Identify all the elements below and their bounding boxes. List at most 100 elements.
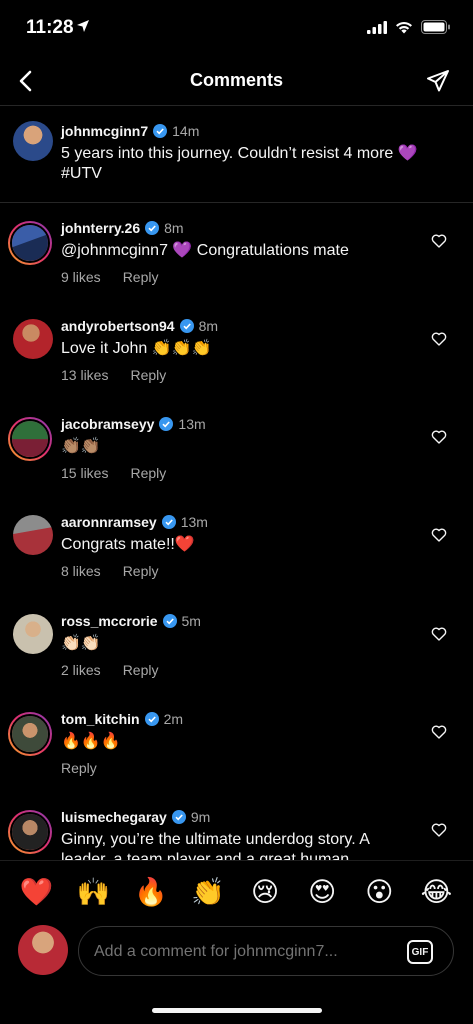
timestamp: 5m (181, 613, 201, 629)
status-indicators (367, 20, 451, 34)
gif-button[interactable]: GIF (407, 940, 433, 964)
likes-count[interactable]: 13 likes (61, 367, 108, 383)
timestamp: 9m (190, 809, 211, 825)
avatar[interactable] (8, 810, 52, 854)
comment-item: aaronnramsey 13m Congrats mate!!❤️ 8 lik… (0, 497, 473, 595)
timestamp: 8m (164, 220, 184, 236)
comment-text: Love it John 👏👏👏 (61, 340, 212, 357)
verified-badge-icon (179, 319, 194, 333)
verified-badge-icon (153, 124, 168, 138)
wifi-icon (396, 21, 412, 33)
battery-icon (421, 20, 450, 34)
avatar[interactable] (8, 712, 52, 756)
location-arrow-icon (77, 20, 89, 32)
comment-text: Ginny, you’re the ultimate underdog stor… (61, 831, 370, 860)
heart-icon[interactable] (431, 724, 447, 740)
heart-icon[interactable] (431, 527, 447, 543)
username[interactable]: luismechegaray (61, 809, 167, 825)
caption-header: johnmcginn7 14m (61, 123, 199, 139)
username[interactable]: jacobramseyy (61, 416, 154, 432)
comment-item: luismechegaray 9m Ginny, you’re the ulti… (0, 792, 473, 860)
verified-badge-icon (161, 515, 176, 529)
username[interactable]: ross_mccrorie (61, 613, 158, 629)
header: Comments (0, 56, 473, 106)
comment-text: 👏🏻👏🏻 (61, 635, 101, 652)
avatar (18, 925, 68, 975)
comment-text: 🔥🔥🔥 (61, 733, 121, 750)
comment-meta: 15 likes Reply (61, 465, 166, 481)
reaction-heart-eyes[interactable]: 😍 (302, 877, 342, 907)
caption-text-line1: 5 years into this journey. Couldn’t resi… (61, 145, 418, 162)
heart-icon[interactable] (431, 626, 447, 642)
reaction-crying[interactable]: 😢 (245, 877, 285, 907)
reply-button[interactable]: Reply (130, 465, 166, 481)
username[interactable]: johnmcginn7 (61, 123, 148, 139)
reaction-surprised[interactable]: 😮 (359, 877, 399, 907)
comment-text: @johnmcginn7 💜 Congratulations mate (61, 242, 349, 259)
comment-header: luismechegaray 9m (61, 809, 210, 825)
comment-item: tom_kitchin 2m 🔥🔥🔥 Reply (0, 694, 473, 792)
page-title: Comments (189, 70, 283, 90)
avatar[interactable] (13, 319, 53, 359)
reaction-raised-hands[interactable]: 🙌 (74, 877, 114, 907)
reaction-fire[interactable]: 🔥 (131, 877, 171, 907)
comment-item: jacobramseyy 13m 👏🏽👏🏽 15 likes Reply (0, 399, 473, 497)
reply-button[interactable]: Reply (123, 563, 159, 579)
avatar[interactable] (8, 221, 52, 265)
signal-icon (367, 20, 387, 34)
home-indicator (152, 1008, 322, 1013)
reaction-clap[interactable]: 👏 (188, 877, 228, 907)
comment-meta: 9 likes Reply (61, 269, 158, 285)
likes-count[interactable]: 2 likes (61, 662, 101, 678)
comment-header: andyrobertson94 8m (61, 318, 218, 334)
comment-header: tom_kitchin 2m (61, 711, 183, 727)
send-icon (427, 70, 449, 92)
reaction-laughing[interactable]: 😂 (416, 877, 456, 907)
avatar[interactable] (13, 515, 53, 555)
avatar[interactable] (8, 417, 52, 461)
comment-header: jacobramseyy 13m (61, 416, 206, 432)
comment-header: aaronnramsey 13m (61, 514, 208, 530)
heart-icon[interactable] (431, 822, 447, 838)
comment-text: 👏🏽👏🏽 (61, 438, 101, 455)
reaction-heart[interactable]: ❤️ (17, 877, 57, 907)
timestamp: 14m (172, 123, 200, 139)
post-caption: johnmcginn7 14m 5 years into this journe… (0, 106, 473, 203)
comment-composer: Add a comment for johnmcginn7... GIF (0, 922, 473, 982)
timestamp: 13m (178, 416, 206, 432)
comment-input-placeholder: Add a comment for johnmcginn7... (94, 943, 338, 960)
comment-header: ross_mccrorie 5m (61, 613, 201, 629)
verified-badge-icon (144, 712, 159, 726)
comment-text: Congrats mate!!❤️ (61, 536, 195, 553)
comment-item: andyrobertson94 8m Love it John 👏👏👏 13 l… (0, 301, 473, 399)
timestamp: 8m (198, 318, 219, 334)
timestamp: 2m (163, 711, 184, 727)
heart-icon[interactable] (431, 331, 447, 347)
heart-icon[interactable] (431, 429, 447, 445)
likes-count[interactable]: 9 likes (61, 269, 101, 285)
reply-button[interactable]: Reply (130, 367, 166, 383)
username[interactable]: aaronnramsey (61, 514, 157, 530)
comment-item: ross_mccrorie 5m 👏🏻👏🏻 2 likes Reply (0, 596, 473, 694)
likes-count[interactable]: 15 likes (61, 465, 108, 481)
verified-badge-icon (145, 221, 160, 235)
comment-meta: Reply (61, 760, 97, 776)
username[interactable]: johnterry.26 (61, 220, 140, 236)
verified-badge-icon (159, 417, 174, 431)
verified-badge-icon (162, 614, 177, 628)
comment-header: johnterry.26 8m (61, 220, 184, 236)
reply-button[interactable]: Reply (123, 269, 159, 285)
username[interactable]: andyrobertson94 (61, 318, 175, 334)
caption-text-line2[interactable]: #UTV (61, 164, 102, 184)
reply-button[interactable]: Reply (61, 760, 97, 776)
username[interactable]: tom_kitchin (61, 711, 140, 727)
status-bar: 11:28 (0, 0, 473, 56)
avatar[interactable] (13, 614, 53, 654)
likes-count[interactable]: 8 likes (61, 563, 101, 579)
comment-meta: 13 likes Reply (61, 367, 166, 383)
avatar[interactable] (13, 121, 53, 161)
comment-input[interactable]: Add a comment for johnmcginn7... GIF (78, 926, 454, 976)
heart-icon[interactable] (431, 233, 447, 249)
reply-button[interactable]: Reply (123, 662, 159, 678)
share-button[interactable] (423, 66, 453, 96)
